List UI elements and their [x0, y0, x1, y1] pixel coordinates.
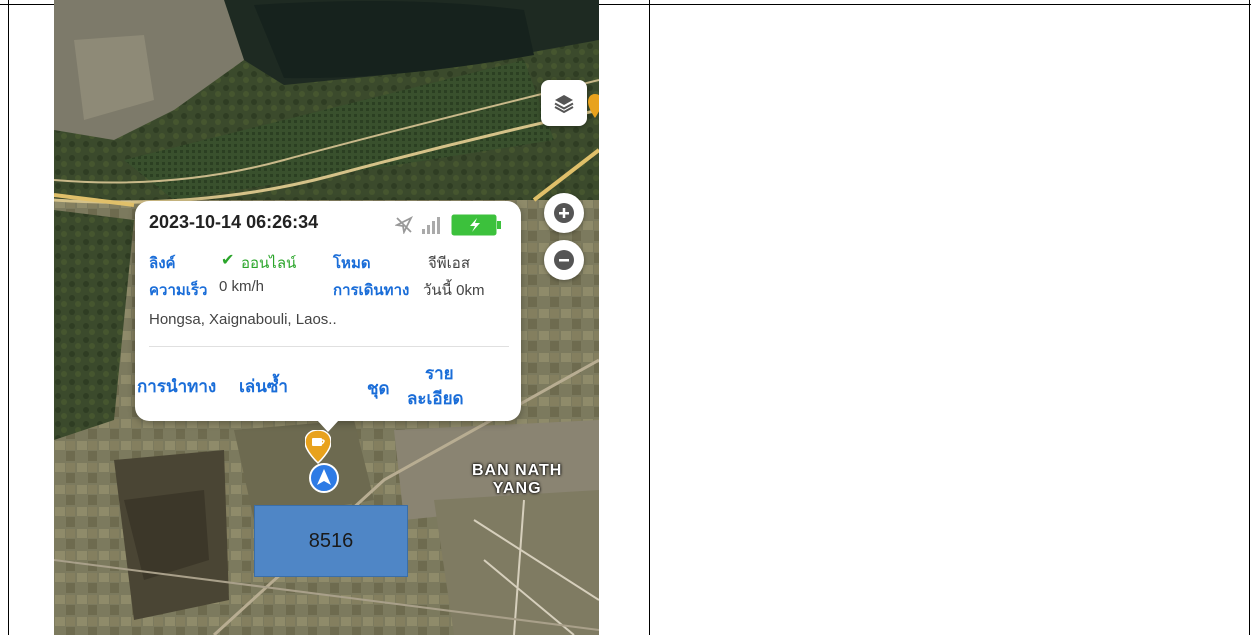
battery-charging-icon	[451, 214, 501, 236]
link-label: ลิงค์	[149, 255, 176, 272]
trip-value: วันนี้ 0km	[423, 282, 485, 299]
place-label-line1: BAN NATH	[472, 462, 563, 479]
place-label-line2: YANG	[492, 480, 542, 497]
table-left-border	[8, 0, 9, 635]
details-button[interactable]: ราย ละเอียด	[397, 361, 464, 411]
set-button[interactable]: ชุด	[367, 375, 390, 402]
details-line2: ละเอียด	[407, 389, 464, 408]
cafe-marker-icon[interactable]	[305, 430, 331, 464]
table-right-border	[1249, 0, 1250, 635]
zoom-in-icon	[554, 203, 574, 223]
divider	[149, 346, 509, 347]
check-icon: ✔	[221, 250, 235, 269]
details-line1: ราย	[425, 364, 454, 383]
mode-value: จีพีเอส	[428, 255, 470, 272]
vehicle-info-popup: 2023-10-14 06:26:34 ลิงค์ ✔ ออนไลน์ โหมด…	[135, 201, 521, 432]
gps-off-icon	[395, 216, 413, 234]
speed-value: 0 km/h	[219, 278, 265, 295]
navigation-arrow-icon[interactable]	[309, 463, 339, 493]
trip-label: การเดินทาง	[333, 282, 410, 299]
timestamp: 2023-10-14 06:26:34	[149, 212, 319, 232]
mode-label: โหมด	[333, 255, 371, 272]
navigate-button[interactable]: การนำทาง	[137, 373, 216, 400]
layers-button[interactable]	[541, 80, 587, 126]
vehicle-id-label: 8516	[254, 505, 408, 577]
poi-marker-icon	[588, 94, 599, 118]
place-label: BAN NATH YANG	[472, 462, 562, 498]
replay-button[interactable]: เล่นซ้ำ	[239, 373, 288, 400]
zoom-in-button[interactable]	[544, 193, 584, 233]
zoom-out-button[interactable]	[544, 240, 584, 280]
table-middle-border	[649, 0, 650, 635]
link-value: ออนไลน์	[241, 255, 297, 272]
layers-icon	[554, 95, 574, 114]
address: Hongsa, Xaignabouli, Laos..	[149, 311, 337, 328]
zoom-out-icon	[554, 250, 574, 270]
signal-icon	[422, 217, 440, 234]
speed-label: ความเร็ว	[149, 282, 208, 299]
